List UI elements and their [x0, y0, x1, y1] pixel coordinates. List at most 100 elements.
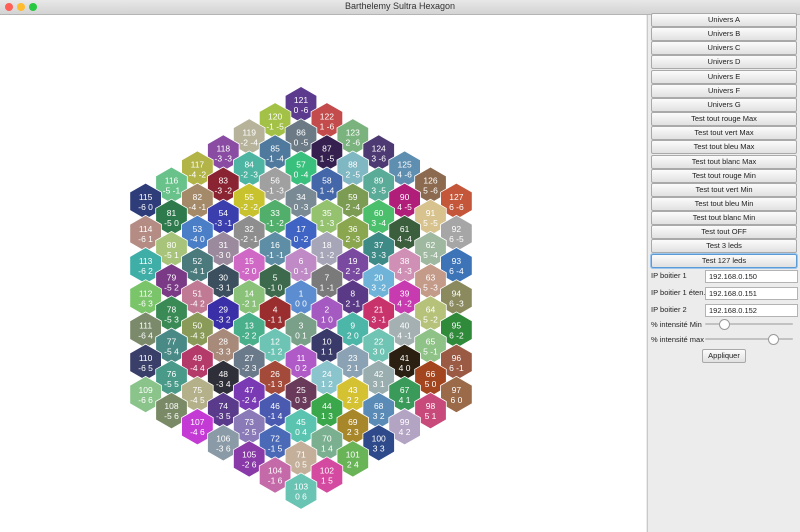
hex-number: 82: [193, 192, 203, 202]
hex-coordinates: -5 3: [164, 315, 179, 325]
hex-number: 104: [268, 466, 282, 476]
hex-coordinates: -2 -4: [240, 137, 258, 147]
hex-number: 113: [139, 256, 153, 266]
hex-coordinates: -5 5: [164, 379, 179, 389]
hex-number: 35: [322, 208, 332, 218]
hex-coordinates: 3 -2: [371, 282, 386, 292]
hex-coordinates: 0 1: [295, 331, 307, 341]
hex-number: 102: [320, 466, 334, 476]
hex-coordinates: -2 -2: [240, 202, 258, 212]
hex-number: 70: [322, 433, 332, 443]
test-bleu-min-button[interactable]: Test tout bleu Min: [651, 196, 797, 211]
hex-number: 15: [244, 256, 254, 266]
hex-coordinates: 0 -6: [294, 105, 309, 115]
hex-coordinates: 5 -3: [423, 282, 438, 292]
hex-number: 63: [426, 272, 436, 282]
ip-box-2-label: IP boitier 2: [651, 305, 687, 314]
hex-coordinates: 2 1: [347, 363, 359, 373]
test-3-leds-button[interactable]: Test 3 leds: [651, 239, 797, 254]
ip-box-1-ext-input[interactable]: 192.168.0.151: [705, 287, 798, 300]
hex-coordinates: 0 6: [295, 492, 307, 502]
hex-coordinates: 2 -2: [345, 266, 360, 276]
hex-number: 111: [139, 321, 152, 331]
hex-coordinates: -1 -2: [266, 218, 284, 228]
univers-g-button[interactable]: Univers G: [651, 97, 797, 112]
hex-coordinates: 1 2: [321, 379, 333, 389]
intensity-min-slider[interactable]: [705, 319, 793, 330]
test-rouge-min-button[interactable]: Test tout rouge Min: [651, 168, 797, 183]
hex-number: 80: [167, 240, 177, 250]
hex-coordinates: 5 1: [425, 411, 437, 421]
slider-thumb[interactable]: [768, 334, 780, 345]
hex-number: 17: [296, 224, 306, 234]
hex-coordinates: -2 4: [242, 395, 257, 405]
hex-number: 112: [139, 288, 153, 298]
slider-thumb[interactable]: [719, 319, 731, 330]
test-vert-min-button[interactable]: Test tout vert Min: [651, 182, 797, 197]
hex-coordinates: -5 0: [164, 218, 179, 228]
hex-number: 101: [346, 449, 360, 459]
hex-number: 84: [244, 160, 254, 170]
univers-a-button[interactable]: Univers A: [651, 13, 797, 27]
hex-number: 55: [244, 192, 254, 202]
hex-coordinates: -1 -4: [266, 154, 284, 164]
test-bleu-max-button[interactable]: Test tout bleu Max: [651, 140, 797, 155]
hex-coordinates: -6 0: [138, 202, 153, 212]
univers-e-button[interactable]: Univers E: [651, 69, 797, 84]
univers-b-button[interactable]: Univers B: [651, 27, 797, 42]
intensity-max-slider[interactable]: [705, 334, 793, 345]
test-off-button[interactable]: Test tout OFF: [651, 225, 797, 240]
hex-coordinates: -3 5: [216, 411, 231, 421]
hex-number: 5: [273, 272, 278, 282]
hex-number: 36: [348, 224, 358, 234]
hexagon-canvas: 121 0 -6 122 1 -6 123 2 -6 124 3 -6 125 4 -6 126 5 …: [0, 15, 646, 532]
hex-coordinates: -3 2: [216, 315, 231, 325]
hex-coordinates: -5 -1: [163, 186, 181, 196]
univers-c-button[interactable]: Univers C: [651, 41, 797, 56]
test-blanc-max-button[interactable]: Test tout blanc Max: [651, 154, 797, 169]
test-vert-max-button[interactable]: Test tout vert Max: [651, 126, 797, 141]
hex-number: 37: [374, 240, 384, 250]
ip-box-1-input[interactable]: 192.168.0.150: [705, 270, 798, 283]
hex-coordinates: 4 1: [399, 395, 411, 405]
hex-coordinates: 1 -6: [320, 121, 335, 131]
hex-number: 40: [400, 321, 410, 331]
hex-coordinates: -3 0: [216, 250, 231, 260]
hex-number: 30: [219, 272, 229, 282]
hex-number: 19: [348, 256, 358, 266]
apply-button[interactable]: Appliquer: [702, 349, 746, 363]
intensity-max-label: % intensité max: [651, 335, 704, 344]
ip-box-2-input[interactable]: 192.168.0.152: [705, 304, 798, 317]
hex-number: 22: [374, 337, 384, 347]
hex-number: 2: [325, 305, 330, 315]
hex-coordinates: 4 -6: [397, 170, 412, 180]
hex-coordinates: 4 2: [399, 427, 411, 437]
hex-number: 79: [167, 272, 177, 282]
hex-number: 3: [299, 321, 304, 331]
hex-number: 85: [270, 144, 280, 154]
hex-coordinates: 1 3: [321, 411, 333, 421]
hex-coordinates: 3 3: [373, 443, 385, 453]
univers-d-button[interactable]: Univers D: [651, 55, 797, 70]
hex-coordinates: 4 -2: [397, 298, 412, 308]
hex-number: 7: [325, 272, 330, 282]
test-rouge-max-button[interactable]: Test tout rouge Max: [651, 112, 797, 127]
test-blanc-min-button[interactable]: Test tout blanc Min: [651, 211, 797, 226]
hex-number: 98: [426, 401, 436, 411]
hex-number: 46: [270, 401, 280, 411]
hex-number: 47: [244, 385, 254, 395]
test-127-leds-button[interactable]: Test 127 leds: [651, 253, 797, 268]
univers-f-button[interactable]: Univers F: [651, 83, 797, 98]
hex-coordinates: 4 -3: [397, 266, 412, 276]
hex-number: 31: [219, 240, 229, 250]
hex-number: 81: [167, 208, 177, 218]
hex-coordinates: 0 -2: [294, 234, 309, 244]
hex-coordinates: 1 -2: [320, 250, 335, 260]
hex-number: 119: [242, 127, 256, 137]
hex-coordinates: -6 5: [138, 363, 153, 373]
hex-coordinates: -1 3: [268, 379, 283, 389]
hex-number: 52: [193, 256, 203, 266]
hex-number: 65: [426, 337, 436, 347]
hex-number: 1: [299, 288, 304, 298]
hex-number: 29: [219, 305, 229, 315]
